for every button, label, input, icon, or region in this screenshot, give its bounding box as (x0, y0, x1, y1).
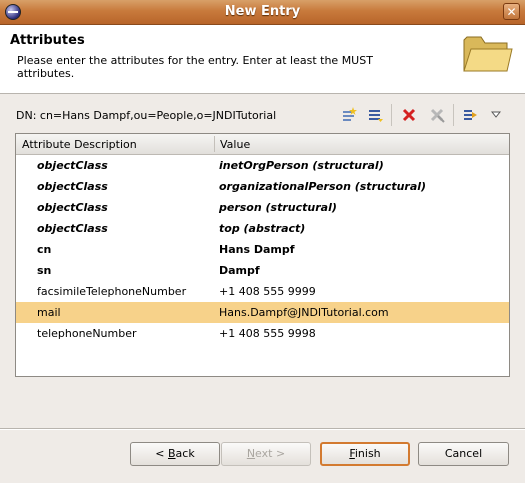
folder-icon (463, 36, 513, 72)
finish-label-rest: inish (354, 447, 381, 460)
back-button[interactable]: < Back (130, 442, 220, 466)
toolbar-separator (453, 104, 454, 126)
next-button[interactable]: Next > (221, 442, 311, 466)
column-header-value[interactable]: Value (220, 138, 250, 151)
delete-icon[interactable] (399, 104, 419, 126)
table-row[interactable]: objectClass organizationalPerson (struct… (16, 176, 509, 197)
table-row[interactable]: objectClass top (abstract) (16, 218, 509, 239)
window-title: New Entry (224, 4, 301, 19)
table-row[interactable]: sn Dampf (16, 260, 509, 281)
back-label-rest: ack (175, 447, 195, 460)
value-cell: Hans.Dampf@JNDITutorial.com (219, 306, 389, 319)
value-cell: Hans Dampf (219, 243, 295, 256)
column-header-attribute[interactable]: Attribute Description (22, 138, 137, 151)
attribute-cell: objectClass (37, 201, 108, 214)
table-row-selected[interactable]: mail Hans.Dampf@JNDITutorial.com (16, 302, 509, 323)
attribute-cell: objectClass (37, 180, 108, 193)
apply-icon[interactable] (460, 104, 480, 126)
value-cell: top (abstract) (219, 222, 306, 235)
finish-button[interactable]: Finish (320, 442, 410, 466)
value-cell: +1 408 555 9998 (219, 327, 316, 340)
dn-label: DN: cn=Hans Dampf,ou=People,o=JNDITutori… (16, 109, 277, 122)
page-title: Attributes (10, 33, 85, 48)
back-label-pre: < (155, 447, 168, 460)
page-description: Please enter the attributes for the entr… (17, 54, 373, 80)
attribute-cell: telephoneNumber (37, 327, 137, 340)
table-row[interactable]: facsimileTelephoneNumber +1 408 555 9999 (16, 281, 509, 302)
value-cell: +1 408 555 9999 (219, 285, 316, 298)
value-cell: Dampf (219, 264, 260, 277)
attribute-cell: sn (37, 264, 52, 277)
next-label-rest: ext > (255, 447, 286, 460)
cancel-button[interactable]: Cancel (418, 442, 509, 466)
value-cell: organizationalPerson (structural) (219, 180, 427, 193)
table-row[interactable]: objectClass person (structural) (16, 197, 509, 218)
next-mnemonic: N (246, 447, 256, 460)
wizard-header: Attributes Please enter the attributes f… (0, 25, 525, 94)
attribute-cell: objectClass (37, 159, 108, 172)
delete-all-icon[interactable] (427, 104, 447, 126)
new-value-icon[interactable] (365, 104, 385, 126)
new-attribute-icon[interactable] (339, 104, 359, 126)
table-row[interactable]: cn Hans Dampf (16, 239, 509, 260)
title-bar: New Entry ✕ (0, 0, 525, 25)
toolbar-separator (391, 104, 392, 126)
back-mnemonic: B (168, 447, 176, 460)
attribute-cell: mail (37, 306, 61, 319)
footer-separator (0, 428, 525, 430)
table-header: Attribute Description Value (16, 134, 509, 155)
table-row[interactable]: telephoneNumber +1 408 555 9998 (16, 323, 509, 344)
table-row[interactable]: objectClass inetOrgPerson (structural) (16, 155, 509, 176)
column-separator[interactable] (214, 136, 215, 152)
value-cell: person (structural) (219, 201, 337, 214)
attribute-cell: objectClass (37, 222, 108, 235)
close-icon[interactable]: ✕ (503, 3, 520, 20)
value-cell: inetOrgPerson (structural) (219, 159, 384, 172)
attribute-cell: facsimileTelephoneNumber (37, 285, 187, 298)
attribute-cell: cn (37, 243, 52, 256)
attributes-table[interactable]: Attribute Description Value objectClass … (15, 133, 510, 377)
menu-dropdown-icon[interactable] (488, 104, 504, 126)
